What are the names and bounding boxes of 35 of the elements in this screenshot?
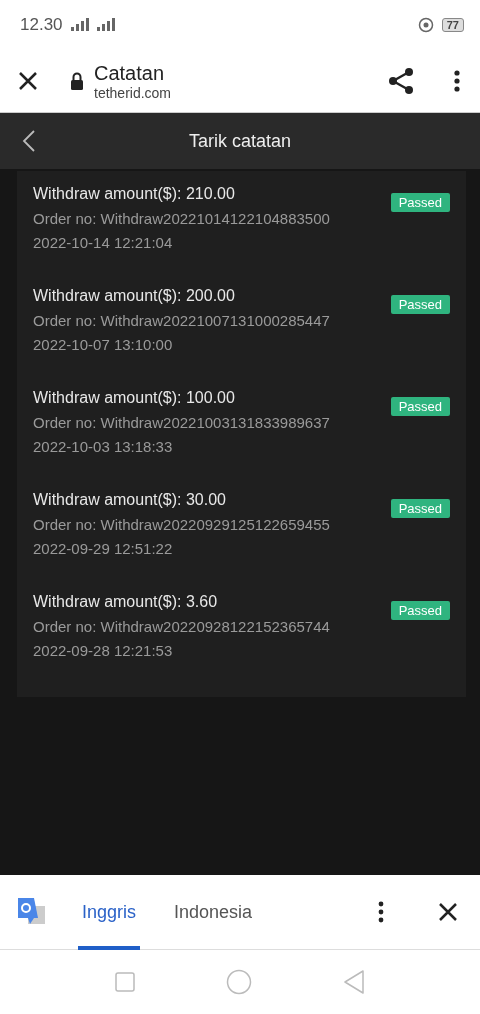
- withdraw-amount: Withdraw amount($): 200.00: [33, 287, 236, 305]
- more-icon[interactable]: [378, 901, 384, 923]
- status-time: 12.30: [20, 15, 63, 35]
- page-title: Catatan: [94, 61, 166, 85]
- withdraw-amount: Withdraw amount($): 210.00: [33, 185, 236, 203]
- withdraw-amount: Withdraw amount($): 3.60: [33, 593, 219, 611]
- alarm-icon: [417, 17, 434, 33]
- withdraw-amount: Withdraw amount($): 100.00: [33, 389, 236, 407]
- signal-icon: [68, 18, 117, 32]
- header-title: Tarik catatan: [188, 130, 292, 152]
- page-domain: tetherid.com: [94, 84, 173, 101]
- share-icon[interactable]: [388, 67, 414, 95]
- menu-icon[interactable]: [454, 70, 460, 92]
- status-badge: Passed: [390, 601, 450, 620]
- status-badge: Passed: [390, 397, 450, 416]
- record-date: 2022-10-03 13:18:33: [33, 438, 174, 455]
- order-number: Order no: Withdraw20220928122152365744: [33, 618, 330, 635]
- order-number: Order no: Withdraw20221003131833989637: [33, 414, 330, 431]
- withdraw-amount: Withdraw amount($): 30.00: [33, 491, 227, 509]
- record-date: 2022-09-29 12:51:22: [33, 540, 174, 557]
- language-tab[interactable]: Indonesia: [170, 874, 257, 950]
- close-icon[interactable]: [18, 71, 38, 91]
- status-badge: Passed: [390, 499, 450, 518]
- record-date: 2022-10-14 12:21:04: [33, 234, 174, 251]
- status-badge: Passed: [390, 295, 450, 314]
- order-number: Order no: Withdraw20221007131000285447: [33, 312, 330, 329]
- order-number: Order no: Withdraw20221014122104883500: [33, 210, 330, 227]
- lock-icon: [70, 72, 84, 90]
- battery-level: 77: [441, 18, 464, 32]
- close-icon[interactable]: [438, 902, 458, 922]
- order-number: Order no: Withdraw20220929125122659455: [33, 516, 330, 533]
- record-date: 2022-09-28 12:21:53: [33, 642, 174, 659]
- back-icon[interactable]: [22, 129, 36, 153]
- record-date: 2022-10-07 13:10:00: [33, 336, 174, 353]
- status-badge: Passed: [390, 193, 450, 212]
